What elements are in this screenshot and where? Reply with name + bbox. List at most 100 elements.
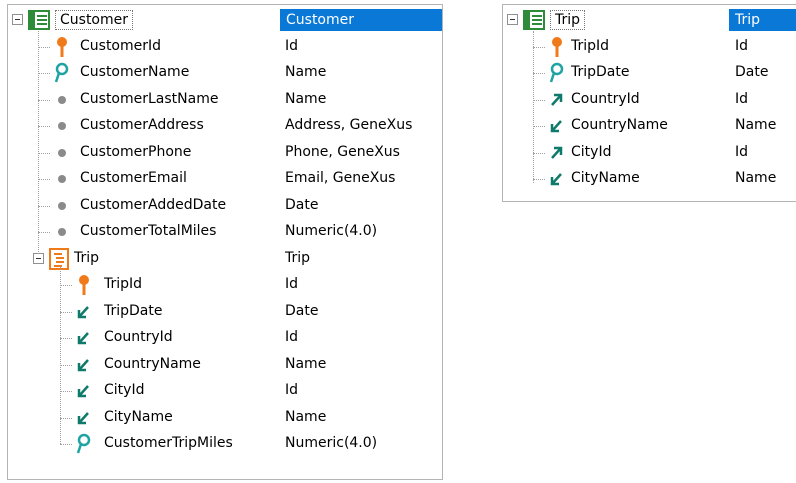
attribute-name[interactable]: CustomerId — [80, 38, 161, 54]
tree-guide-line — [38, 31, 39, 254]
root-type-selected[interactable]: Trip — [729, 9, 796, 31]
customer-attribute-row-customer-address[interactable]: CustomerAddress Address, GeneXus — [8, 113, 442, 139]
key-icon — [52, 36, 72, 58]
attribute-type[interactable]: Phone, GeneXus — [285, 144, 400, 160]
attribute-name[interactable]: CustomerPhone — [80, 144, 191, 160]
attribute-type[interactable]: Name — [735, 117, 776, 133]
attribute-type[interactable]: Email, GeneXus — [285, 170, 395, 186]
attribute-type[interactable]: Id — [285, 382, 298, 398]
tree-connector — [533, 46, 545, 48]
attribute-type[interactable]: Name — [285, 409, 326, 425]
attribute-dot-icon — [58, 228, 66, 236]
attribute-type[interactable]: Id — [735, 144, 748, 160]
attribute-name[interactable]: CustomerTripMiles — [104, 435, 233, 451]
trip-attribute-row-city-id[interactable]: CityId Id — [503, 140, 796, 166]
attribute-name[interactable]: CityId — [104, 382, 144, 398]
trip-attribute-row-city-name[interactable]: CityName Name — [503, 166, 796, 192]
attribute-name[interactable]: CityName — [104, 409, 173, 425]
root-label[interactable]: Customer — [55, 10, 134, 30]
attribute-type[interactable]: Id — [735, 38, 748, 54]
attribute-name[interactable]: TripDate — [104, 303, 163, 319]
attribute-type[interactable]: Date — [285, 197, 318, 213]
tree-connector — [60, 417, 72, 419]
inferred-arrow-icon — [74, 301, 94, 323]
trip-level-attribute-row-country-name[interactable]: CountryName Name — [8, 352, 442, 378]
attribute-type[interactable]: Id — [285, 276, 298, 292]
customer-attribute-row-customer-email[interactable]: CustomerEmail Email, GeneXus — [8, 166, 442, 192]
attribute-name[interactable]: CountryId — [571, 91, 640, 107]
collapse-toggle-icon[interactable] — [507, 14, 518, 25]
attribute-name[interactable]: CustomerLastName — [80, 91, 218, 107]
attribute-name[interactable]: CustomerTotalMiles — [80, 223, 216, 239]
attribute-dot-icon — [58, 175, 66, 183]
attribute-name[interactable]: CityId — [571, 144, 611, 160]
customer-root-row[interactable]: Customer Customer — [8, 7, 442, 33]
inferred-arrow-icon — [547, 168, 567, 190]
trip-attribute-row-trip-id[interactable]: TripId Id — [503, 34, 796, 60]
trip-level-attribute-row-city-id[interactable]: CityId Id — [8, 378, 442, 404]
customer-attribute-row-customer-last-name[interactable]: CustomerLastName Name — [8, 87, 442, 113]
level-type[interactable]: Trip — [285, 250, 310, 266]
trip-level-attribute-row-customer-trip-miles[interactable]: CustomerTripMiles Numeric(4.0) — [8, 431, 442, 457]
attribute-name[interactable]: CustomerAddress — [80, 117, 204, 133]
customer-structure-panel: Customer Customer CustomerId Id CustomerNa… — [7, 4, 443, 480]
level-label[interactable]: Trip — [74, 250, 99, 266]
customer-attribute-row-customer-total-miles[interactable]: CustomerTotalMiles Numeric(4.0) — [8, 219, 442, 245]
root-type-selected[interactable]: Customer — [280, 9, 442, 31]
attribute-type[interactable]: Name — [285, 64, 326, 80]
collapse-toggle-icon[interactable] — [12, 14, 23, 25]
tree-connector — [38, 99, 50, 101]
attribute-type[interactable]: Name — [735, 170, 776, 186]
attribute-type[interactable]: Id — [285, 329, 298, 345]
tree-connector — [60, 364, 72, 366]
trip-level-attribute-row-country-id[interactable]: CountryId Id — [8, 325, 442, 351]
attribute-name[interactable]: TripDate — [571, 64, 630, 80]
trip-attribute-row-country-name[interactable]: CountryName Name — [503, 113, 796, 139]
customer-attribute-row-customer-name[interactable]: CustomerName Name — [8, 60, 442, 86]
attribute-type[interactable]: Numeric(4.0) — [285, 223, 377, 239]
attribute-type[interactable]: Date — [735, 64, 768, 80]
customer-attribute-row-customer-added-date[interactable]: CustomerAddedDate Date — [8, 193, 442, 219]
attribute-type[interactable]: Name — [285, 91, 326, 107]
attribute-type[interactable]: Date — [285, 303, 318, 319]
inferred-arrow-icon — [74, 354, 94, 376]
trip-attribute-row-trip-date[interactable]: TripDate Date — [503, 60, 796, 86]
tree-connector — [38, 179, 50, 180]
attribute-name[interactable]: CustomerEmail — [80, 170, 187, 186]
level-row-trip[interactable]: Trip Trip — [8, 246, 442, 272]
trip-level-attribute-row-city-name[interactable]: CityName Name — [8, 405, 442, 431]
attribute-name[interactable]: TripId — [571, 38, 609, 54]
attribute-name[interactable]: CustomerName — [80, 64, 189, 80]
trip-level-attribute-row-trip-date[interactable]: TripDate Date — [8, 299, 442, 325]
customer-attribute-row-customer-id[interactable]: CustomerId Id — [8, 34, 442, 60]
attribute-type[interactable]: Id — [285, 38, 298, 54]
attribute-name[interactable]: CustomerAddedDate — [80, 197, 226, 213]
attribute-name[interactable]: TripId — [104, 276, 142, 292]
attribute-name[interactable]: CountryName — [571, 117, 668, 133]
tree-connector — [533, 179, 545, 180]
transaction-table-icon — [28, 10, 50, 32]
trip-root-row[interactable]: Trip Trip — [503, 7, 796, 33]
customer-attribute-row-customer-phone[interactable]: CustomerPhone Phone, GeneXus — [8, 140, 442, 166]
attribute-type[interactable]: Numeric(4.0) — [285, 435, 377, 451]
key-icon — [547, 36, 567, 58]
root-label[interactable]: Trip — [550, 10, 586, 30]
trip-attribute-row-country-id[interactable]: CountryId Id — [503, 87, 796, 113]
search-key-icon — [74, 433, 94, 455]
attribute-type[interactable]: Id — [735, 91, 748, 107]
trip-level-attribute-row-trip-id[interactable]: TripId Id — [8, 272, 442, 298]
attribute-name[interactable]: CountryId — [104, 329, 173, 345]
collapse-toggle-icon[interactable] — [33, 252, 44, 264]
attribute-name[interactable]: CityName — [571, 170, 640, 186]
inferred-arrow-icon — [74, 407, 94, 429]
attribute-name[interactable]: CountryName — [104, 356, 201, 372]
tree-connector — [60, 444, 72, 445]
attribute-dot-icon — [58, 201, 66, 210]
tree-connector — [533, 99, 545, 101]
attribute-type[interactable]: Address, GeneXus — [285, 117, 412, 133]
attribute-type[interactable]: Name — [285, 356, 326, 372]
tree-guide-line — [60, 265, 61, 444]
inferred-arrow-icon — [74, 380, 94, 402]
level-icon — [49, 247, 69, 270]
tree-connector — [38, 232, 50, 233]
